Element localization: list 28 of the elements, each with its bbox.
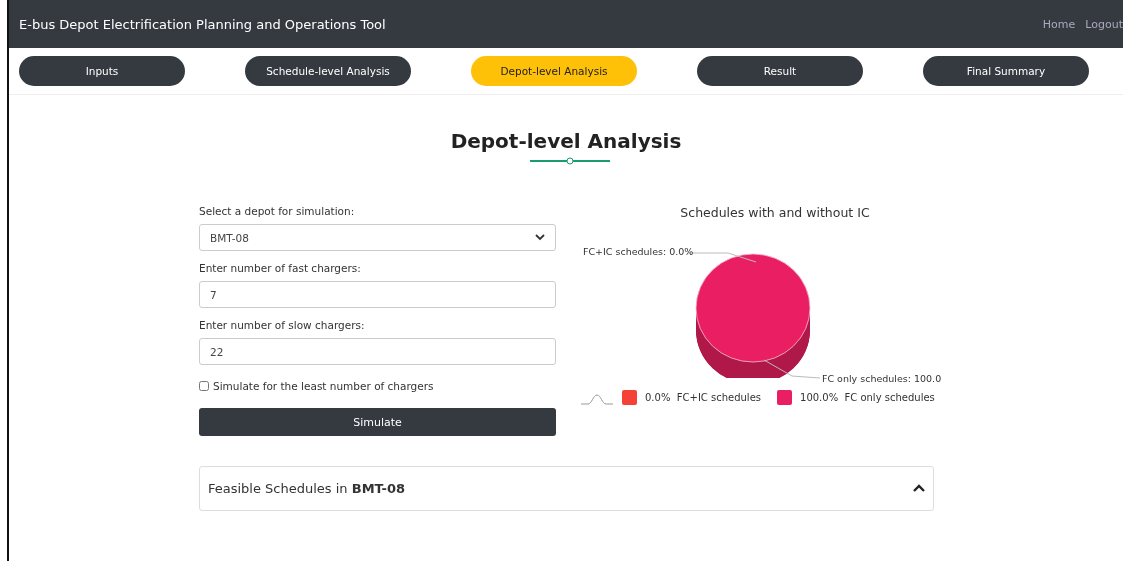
page-title: Depot-level Analysis xyxy=(450,129,682,153)
leader-line xyxy=(762,358,822,380)
field-label: Select a depot for simulation: xyxy=(199,205,356,217)
step-tab[interactable]: Inputs xyxy=(19,56,185,86)
nav-link[interactable]: Logout xyxy=(1085,17,1123,31)
app-title: E-bus Depot Electrification Planning and Operations Tool xyxy=(19,16,386,32)
simulate-button[interactable]: Simulate xyxy=(199,408,556,436)
checkbox-label: Simulate for the least number of chargers xyxy=(213,380,434,392)
fast-chargers-input[interactable]: 7 xyxy=(199,281,556,308)
step-tab[interactable]: Result xyxy=(697,56,863,86)
field-label: Enter number of slow chargers: xyxy=(199,319,366,331)
title-underline-icon xyxy=(530,157,610,165)
legend-label: 100.0% FC only schedules xyxy=(800,392,935,403)
step-tab[interactable]: Schedule-level Analysis xyxy=(245,56,411,86)
field-label: Enter number of fast chargers: xyxy=(199,262,362,274)
step-tab[interactable]: Depot-level Analysis xyxy=(471,56,637,86)
accordion-header[interactable]: Feasible Schedules in BMT-08 xyxy=(199,466,934,511)
checkbox[interactable] xyxy=(199,381,209,391)
slice-label: FC+IC schedules: 0.0% xyxy=(583,246,694,257)
step-tab[interactable]: Final Summary xyxy=(923,56,1089,86)
chart-title: Schedules with and without IC xyxy=(680,205,870,220)
slice-label: FC only schedules: 100.0 xyxy=(822,373,942,384)
slow-chargers-input[interactable]: 22 xyxy=(199,338,556,365)
accordion-title: Feasible Schedules in BMT-08 xyxy=(208,481,406,496)
chevron-down-icon xyxy=(535,234,545,241)
legend-label: 0.0% FC+IC schedules xyxy=(645,392,761,403)
depot-select[interactable]: BMT-08 xyxy=(199,224,556,251)
nav-link[interactable]: Home xyxy=(1042,17,1076,31)
